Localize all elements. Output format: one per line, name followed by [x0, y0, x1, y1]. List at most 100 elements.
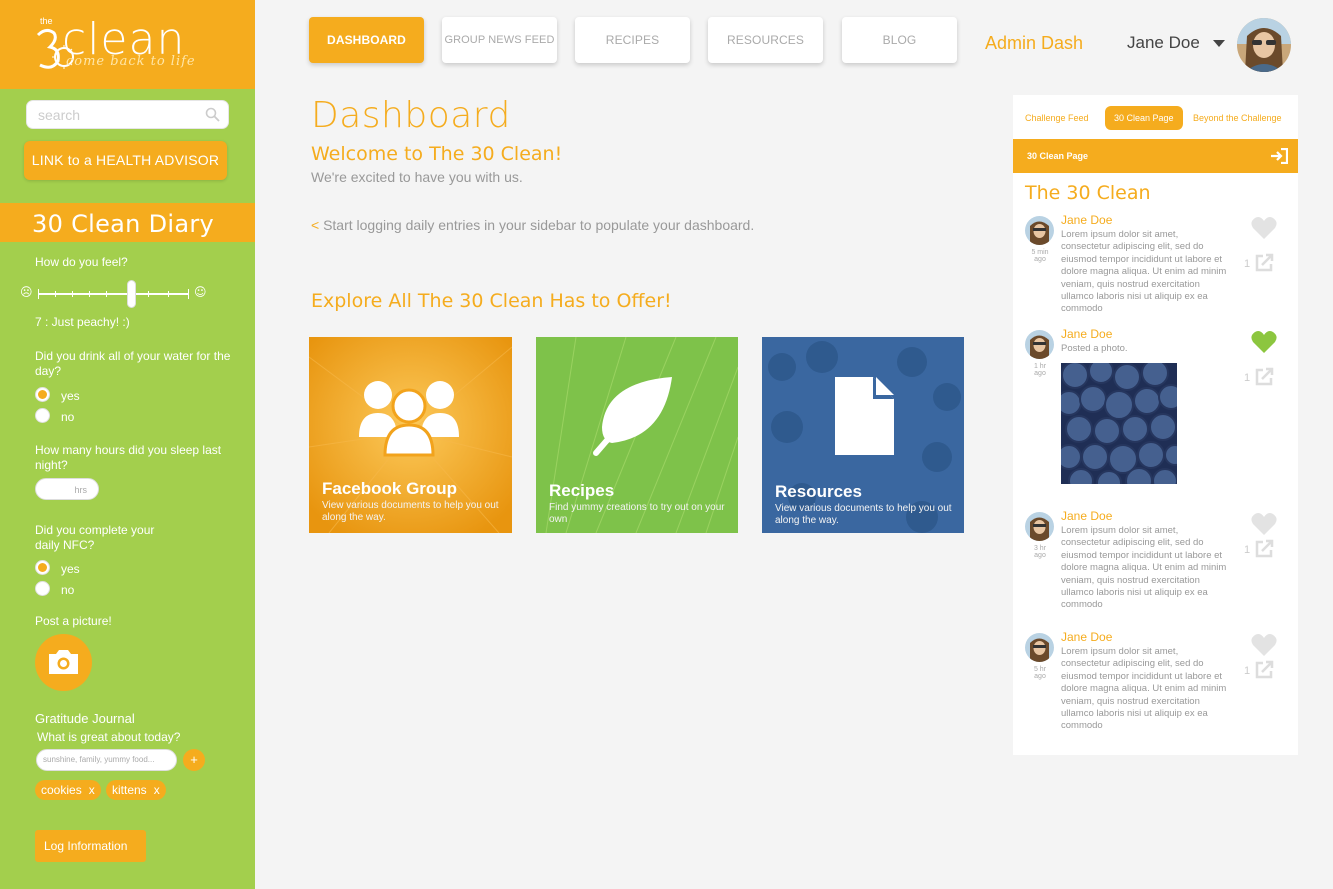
feel-slider[interactable]: [38, 293, 189, 295]
slider-tick: [168, 291, 169, 297]
logging-hint: < Start logging daily entries in your si…: [311, 217, 754, 233]
tab-blog[interactable]: BLOG: [842, 17, 957, 63]
logo-the: the: [40, 16, 53, 26]
share-icon[interactable]: [1255, 539, 1274, 558]
tile-subtitle: View various documents to help you out a…: [322, 500, 499, 523]
share-count: 1: [1244, 372, 1251, 384]
blueberries-photo[interactable]: [1061, 363, 1177, 484]
tag-remove-button[interactable]: x: [154, 783, 160, 797]
post-text: Posted a photo.: [1061, 343, 1128, 354]
share-count: 1: [1244, 258, 1251, 270]
post-time: 3 hr ago: [1033, 545, 1047, 559]
tab-dashboard[interactable]: DASHBOARD: [309, 17, 424, 63]
avatar[interactable]: [1025, 330, 1054, 359]
post-time: 1 hr ago: [1033, 363, 1047, 377]
avatar[interactable]: [1237, 18, 1291, 72]
heart-icon[interactable]: [1251, 512, 1277, 536]
tile-title: Facebook Group: [322, 479, 458, 498]
share-icon[interactable]: [1255, 367, 1274, 386]
nfc-question-line1: Did you complete your: [35, 523, 155, 537]
admin-dash-link[interactable]: Admin Dash: [985, 33, 1083, 54]
sleep-hours-input[interactable]: hrs: [35, 478, 99, 500]
post-author[interactable]: Jane Doe: [1061, 509, 1112, 523]
heart-icon[interactable]: [1251, 633, 1277, 657]
tab-challenge-feed[interactable]: Challenge Feed: [1025, 106, 1089, 130]
tab-group-news-feed[interactable]: GROUP NEWS FEED: [442, 17, 557, 63]
page-title: Dashboard: [311, 95, 511, 136]
logging-text: Start logging daily entries in your side…: [323, 217, 755, 233]
water-yes-label: yes: [61, 389, 80, 403]
heart-icon-liked[interactable]: [1251, 330, 1277, 354]
slider-tick: [148, 291, 149, 297]
tile-subtitle: Find yummy creations to try out on your …: [549, 502, 725, 525]
slider-tick: [89, 291, 90, 297]
chevron-down-icon[interactable]: [1213, 40, 1225, 47]
search-icon[interactable]: [205, 107, 220, 122]
feed-panel: Challenge Feed 30 Clean Page Beyond the …: [1013, 95, 1298, 755]
slider-tick: [55, 291, 56, 297]
share-icon[interactable]: [1255, 253, 1274, 272]
slider-tick: [38, 289, 39, 299]
arrow-left-icon: <: [311, 217, 320, 233]
post-text: Lorem ipsum dolor sit amet, consectetur …: [1061, 229, 1227, 315]
nfc-question-line2: daily NFC?: [35, 538, 95, 552]
tile-facebook-group[interactable]: Facebook Group View various documents to…: [309, 337, 512, 533]
health-advisor-button[interactable]: LINK to a HEALTH ADVISOR: [24, 141, 227, 180]
sleep-unit: hrs: [74, 485, 87, 495]
user-name[interactable]: Jane Doe: [1127, 33, 1200, 53]
sign-in-icon[interactable]: [1270, 148, 1288, 164]
tile-title: Recipes: [549, 481, 615, 500]
gratitude-input[interactable]: sunshine, family, yummy food...: [36, 749, 177, 771]
tab-resources[interactable]: RESOURCES: [708, 17, 823, 63]
slider-tick: [72, 291, 73, 297]
avatar[interactable]: [1025, 512, 1054, 541]
post-author[interactable]: Jane Doe: [1061, 213, 1112, 227]
camera-icon: [49, 650, 78, 674]
diary-title: 30 Clean Diary: [0, 203, 255, 242]
gratitude-title: Gratitude Journal: [35, 711, 135, 726]
sidebar: the clean come back to life LINK to a HE…: [0, 0, 255, 889]
post-text: Lorem ipsum dolor sit amet, consectetur …: [1061, 525, 1227, 611]
welcome-subtext: We're excited to have you with us.: [311, 169, 523, 185]
user-photo: [1237, 18, 1291, 72]
nfc-no-radio[interactable]: [35, 581, 50, 596]
slider-tick: [188, 289, 189, 299]
gratitude-tag: cookies x: [35, 780, 101, 800]
feel-slider-thumb[interactable]: [127, 280, 136, 308]
post-author[interactable]: Jane Doe: [1061, 327, 1112, 341]
feel-value-label: 7 : Just peachy! :): [35, 315, 130, 329]
feed-bar-title: 30 Clean Page: [1027, 151, 1089, 161]
welcome-heading: Welcome to The 30 Clean!: [311, 143, 563, 165]
tag-remove-button[interactable]: x: [89, 783, 95, 797]
share-count: 1: [1244, 665, 1251, 677]
gratitude-add-button[interactable]: +: [183, 749, 205, 771]
logo[interactable]: the clean come back to life: [0, 0, 255, 89]
heart-icon[interactable]: [1251, 216, 1277, 240]
feel-question: How do you feel?: [35, 255, 128, 269]
happy-face-icon: ☺: [194, 285, 207, 299]
post-author[interactable]: Jane Doe: [1061, 630, 1112, 644]
tab-30-clean-page[interactable]: 30 Clean Page: [1105, 106, 1183, 130]
avatar[interactable]: [1025, 216, 1054, 245]
water-no-radio[interactable]: [35, 408, 50, 423]
picture-label: Post a picture!: [35, 614, 112, 628]
tab-recipes[interactable]: RECIPES: [575, 17, 690, 63]
log-information-button[interactable]: Log Information: [35, 830, 146, 862]
tab-beyond-the-challenge[interactable]: Beyond the Challenge: [1193, 106, 1282, 130]
water-yes-radio[interactable]: [35, 387, 50, 402]
tile-recipes[interactable]: Recipes Find yummy creations to try out …: [536, 337, 738, 533]
avatar[interactable]: [1025, 633, 1054, 662]
post-time: 5 min ago: [1031, 249, 1049, 263]
gratitude-question: What is great about today?: [37, 730, 181, 744]
logo-tagline: come back to life: [66, 54, 196, 69]
share-count: 1: [1244, 544, 1251, 556]
tag-label: cookies: [41, 783, 82, 797]
sad-face-icon: ☹: [20, 285, 33, 299]
share-icon[interactable]: [1255, 660, 1274, 679]
water-no-label: no: [61, 410, 75, 424]
feed-title: The 30 Clean: [1025, 182, 1151, 204]
nfc-yes-radio[interactable]: [35, 560, 50, 575]
camera-button[interactable]: [35, 634, 92, 691]
search-input[interactable]: [26, 100, 229, 129]
tile-resources[interactable]: Resources View various documents to help…: [762, 337, 964, 533]
